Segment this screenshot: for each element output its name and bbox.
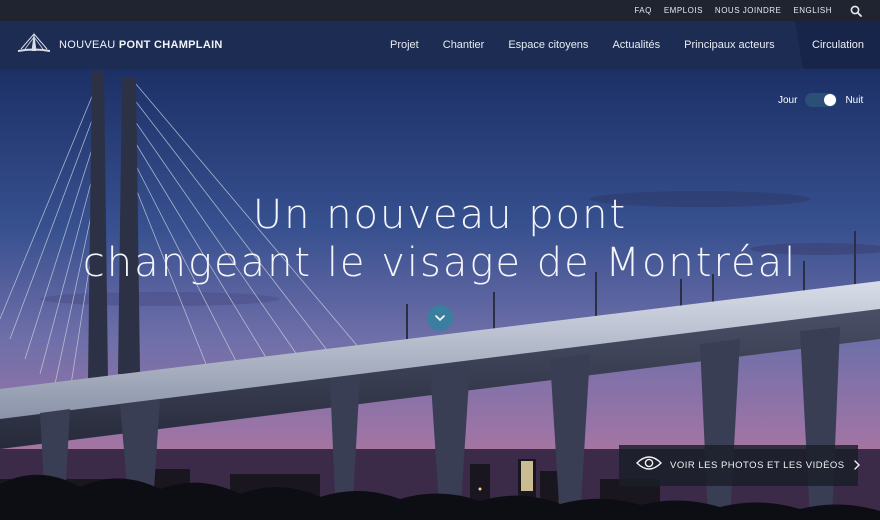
utility-link-english[interactable]: ENGLISH	[793, 6, 832, 15]
media-button-label: VOIR LES PHOTOS ET LES VIDÉOS	[670, 460, 845, 471]
logo-text-light: NOUVEAU	[59, 39, 119, 51]
utility-link-faq[interactable]: FAQ	[634, 6, 652, 15]
chevron-right-icon	[853, 457, 861, 475]
nav-item-chantier[interactable]: Chantier	[443, 39, 485, 51]
toggle-knob	[824, 94, 837, 106]
toggle-label-jour[interactable]: Jour	[778, 95, 797, 106]
scroll-down-button[interactable]	[427, 305, 453, 331]
day-night-toggle: Jour Nuit	[778, 93, 863, 107]
nav-item-circulation[interactable]: Circulation	[795, 21, 880, 69]
site-logo[interactable]: NOUVEAU PONT CHAMPLAIN	[0, 31, 223, 60]
utility-link-nous-joindre[interactable]: NOUS JOINDRE	[715, 6, 781, 15]
bridge-logo-icon	[17, 31, 51, 60]
hero-title-line-1: Un nouveau pont	[252, 192, 628, 238]
search-icon[interactable]	[850, 5, 862, 17]
hero-title: Un nouveau pont changeant le visage de M…	[0, 191, 880, 287]
view-photos-videos-button[interactable]: VOIR LES PHOTOS ET LES VIDÉOS	[619, 445, 861, 486]
day-night-switch[interactable]	[805, 93, 838, 107]
primary-nav: Projet Chantier Espace citoyens Actualit…	[390, 21, 799, 69]
nav-item-projet[interactable]: Projet	[390, 39, 419, 51]
hero: Jour Nuit Un nouveau pont changeant le v…	[0, 69, 880, 520]
logo-text-bold: PONT CHAMPLAIN	[118, 39, 223, 51]
chevron-down-icon	[434, 309, 446, 327]
nav-item-espace-citoyens[interactable]: Espace citoyens	[508, 39, 588, 51]
toggle-label-nuit[interactable]: Nuit	[845, 95, 863, 106]
utility-link-emplois[interactable]: EMPLOIS	[664, 6, 703, 15]
logo-text: NOUVEAU PONT CHAMPLAIN	[59, 39, 223, 51]
nav-item-principaux-acteurs[interactable]: Principaux acteurs	[684, 39, 775, 51]
nav-item-actualites[interactable]: Actualités	[612, 39, 660, 51]
hero-title-line-2: changeant le visage de Montréal	[82, 240, 798, 286]
utility-bar: FAQ EMPLOIS NOUS JOINDRE ENGLISH	[0, 0, 880, 21]
main-nav: NOUVEAU PONT CHAMPLAIN Projet Chantier E…	[0, 21, 880, 69]
eye-icon	[636, 455, 662, 476]
